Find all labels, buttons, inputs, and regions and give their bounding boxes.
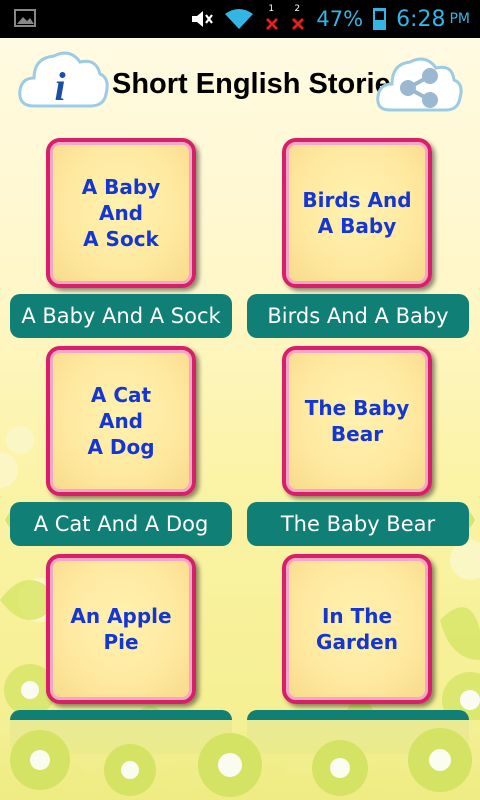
- svg-text:i: i: [54, 64, 65, 109]
- story-label-button[interactable]: A Cat And A Dog: [10, 502, 232, 546]
- notification-count-2: 2: [294, 4, 301, 14]
- x-error-icon: [292, 17, 305, 31]
- story-tile-a-cat-and-a-dog[interactable]: A Cat And A Dog: [46, 346, 196, 496]
- status-bar: 1 2 47% 6:28 PM: [0, 0, 480, 38]
- notification-error-1: 1: [264, 4, 280, 34]
- story-label-button[interactable]: Birds And A Baby: [247, 294, 469, 338]
- story-tile-birds-and-a-baby[interactable]: Birds And A Baby: [282, 138, 432, 288]
- mute-icon: [192, 11, 214, 27]
- clock-ampm: PM: [449, 11, 470, 27]
- image-notification-icon: [14, 9, 36, 27]
- story-tile-text: Birds And A Baby: [302, 188, 412, 238]
- story-label-button[interactable]: The Baby Bear: [247, 502, 469, 546]
- story-tile-in-the-garden[interactable]: In The Garden: [282, 554, 432, 704]
- story-tile-text: An Apple Pie: [70, 604, 172, 654]
- story-tile-text: In The Garden: [316, 604, 398, 654]
- share-cloud-icon[interactable]: [374, 50, 464, 120]
- story-tile-text: A Cat And A Dog: [87, 383, 155, 459]
- bottom-background-overlay: [0, 720, 480, 800]
- story-label-button[interactable]: A Baby And A Sock: [10, 294, 232, 338]
- info-cloud-icon[interactable]: i: [16, 44, 110, 118]
- story-tile-an-apple-pie[interactable]: An Apple Pie: [46, 554, 196, 704]
- battery-icon: [373, 8, 387, 30]
- story-tile-a-baby-and-a-sock[interactable]: A Baby And A Sock: [46, 138, 196, 288]
- battery-percent: 47%: [316, 7, 364, 31]
- wifi-icon: [225, 9, 254, 29]
- story-tile-text: The Baby Bear: [304, 396, 410, 446]
- story-tile-the-baby-bear[interactable]: The Baby Bear: [282, 346, 432, 496]
- story-tile-text: A Baby And A Sock: [81, 175, 161, 251]
- x-error-icon: [266, 17, 279, 31]
- notification-error-2: 2: [290, 4, 306, 34]
- notification-count-1: 1: [268, 4, 275, 14]
- clock-time: 6:28: [396, 6, 446, 32]
- page-title: Short English Stories: [112, 68, 407, 100]
